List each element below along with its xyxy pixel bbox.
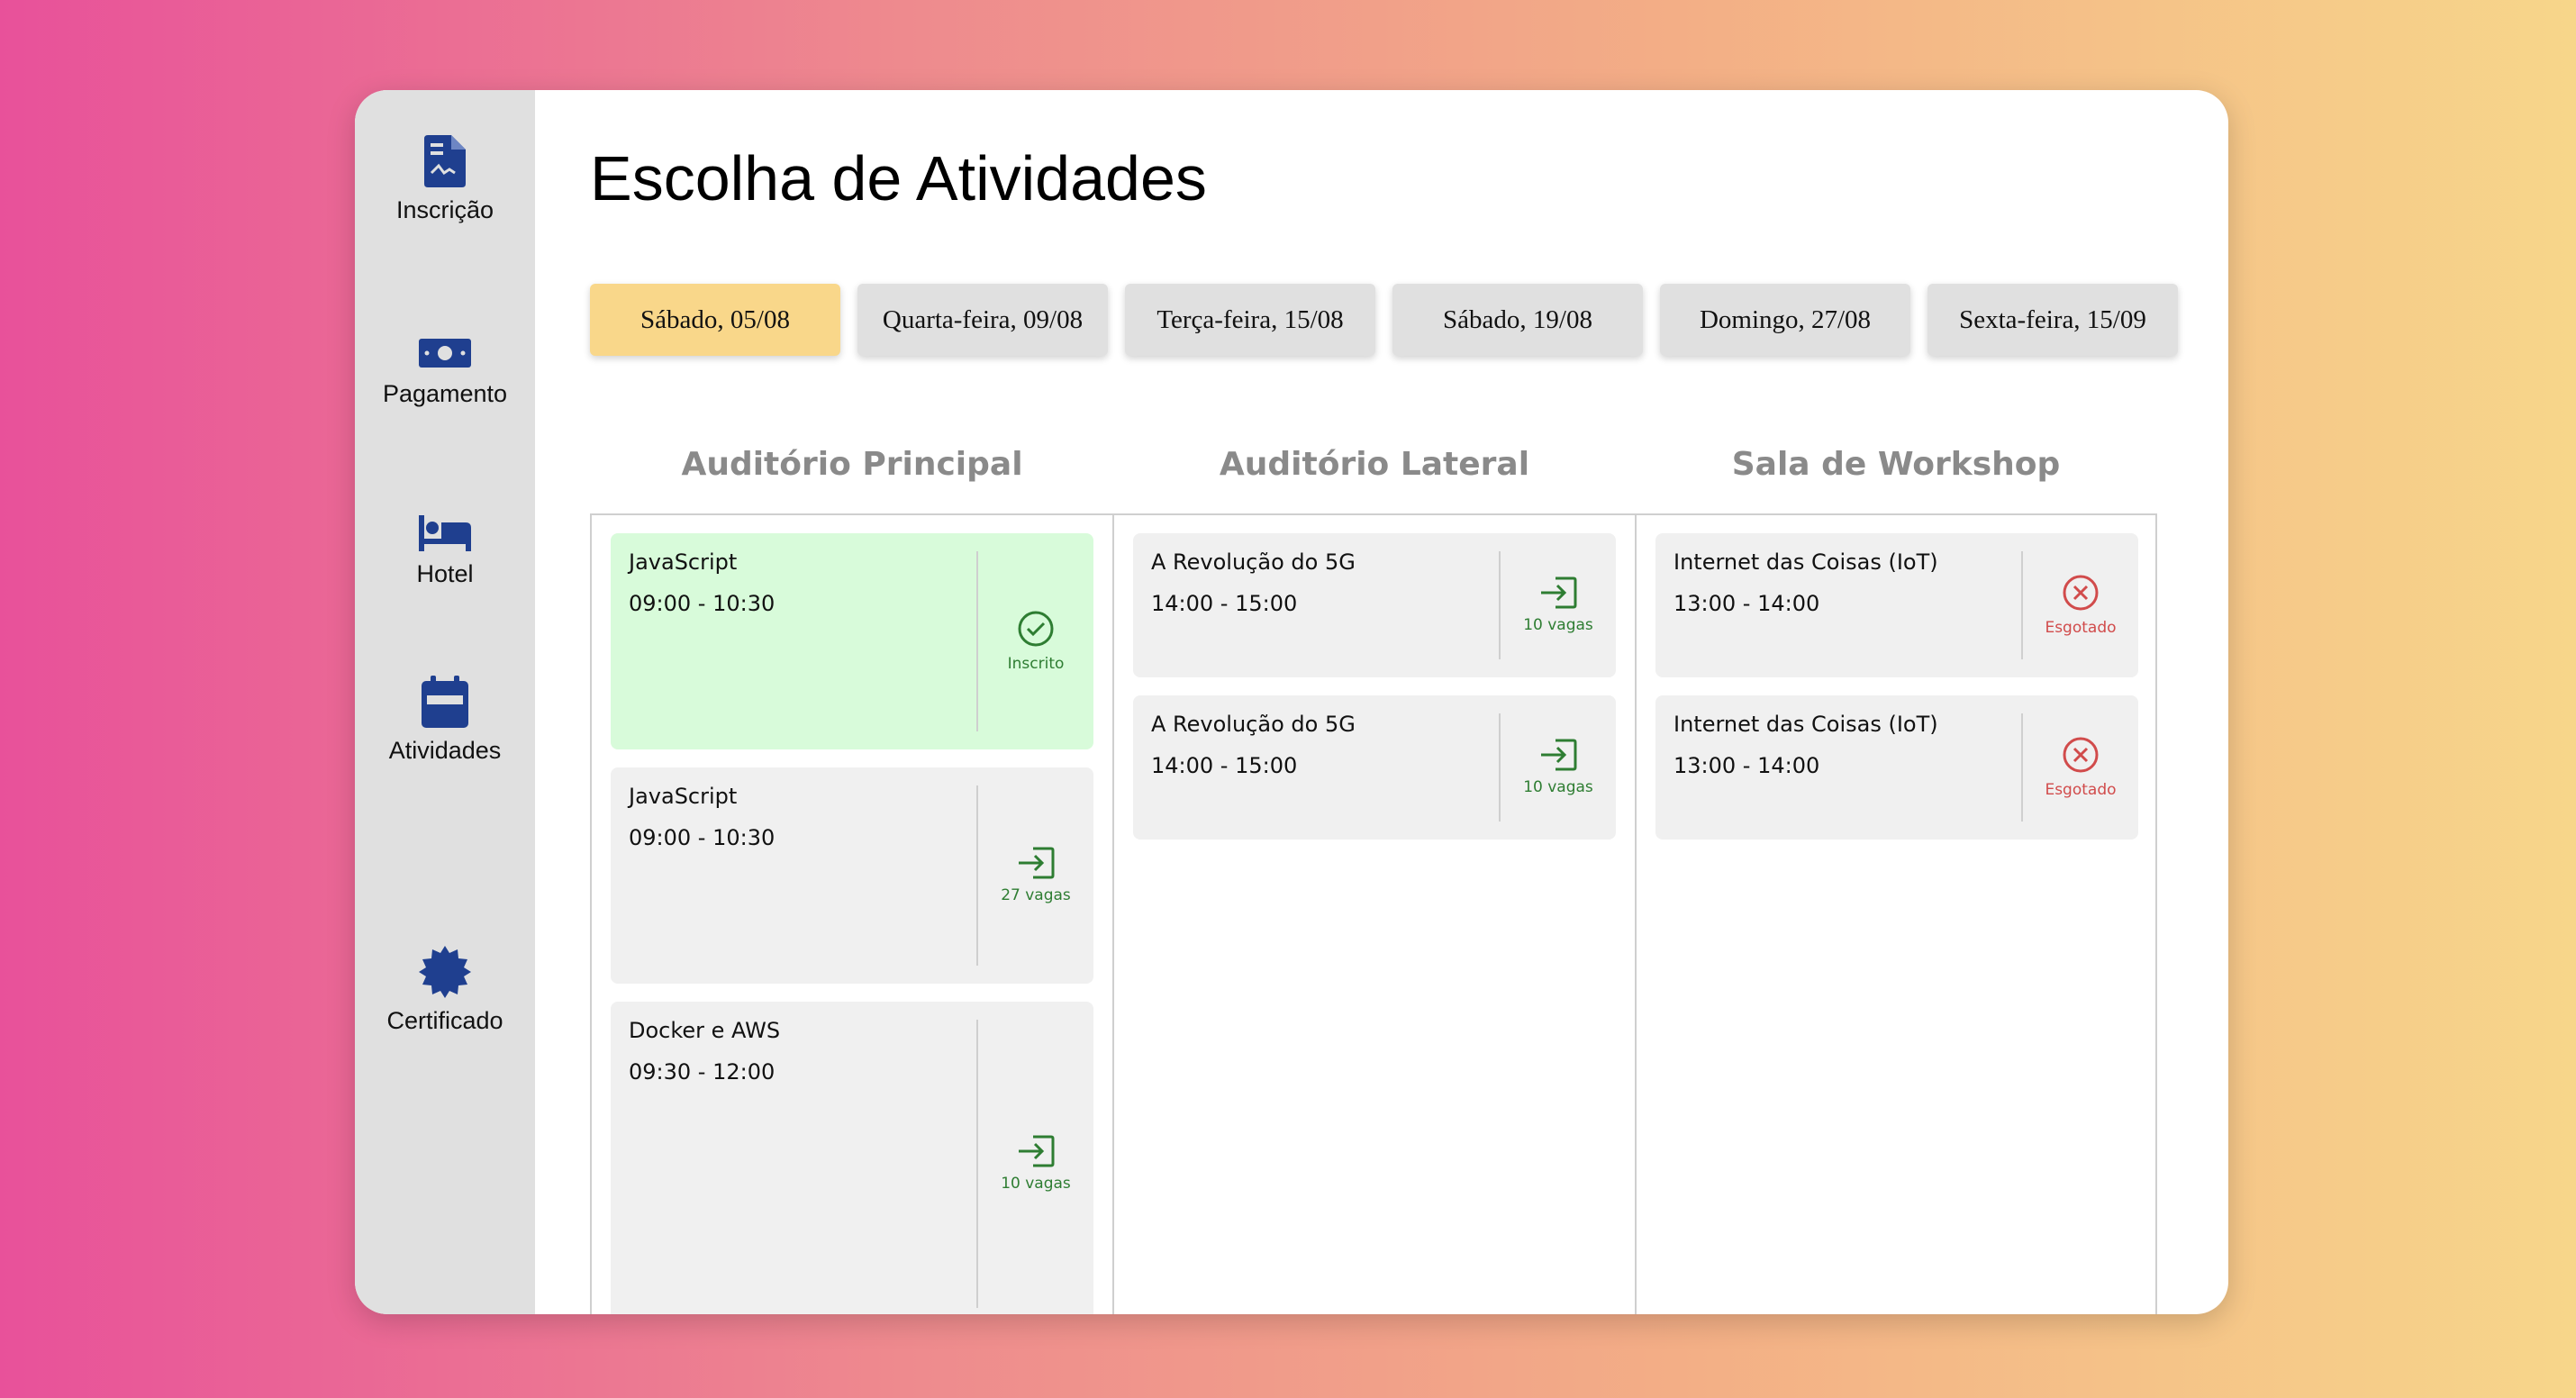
status-label: 27 vagas	[1001, 886, 1071, 904]
tab-day[interactable]: Sábado, 05/08	[590, 284, 840, 356]
sidebar-item-certificado[interactable]: Certificado	[355, 946, 535, 1035]
activity-card: Internet das Coisas (IoT) 13:00 - 14:00 …	[1655, 695, 2138, 840]
activity-card: JavaScript 09:00 - 10:30 27 vagas	[611, 767, 1093, 984]
x-circle-icon	[2063, 575, 2099, 611]
tab-day[interactable]: Sexta-feira, 15/09	[1927, 284, 2178, 356]
tab-day[interactable]: Sábado, 19/08	[1392, 284, 1643, 356]
room-column: Auditório Principal JavaScript 09:00 - 1…	[590, 446, 1112, 1314]
soldout-status: Esgotado	[2023, 533, 2138, 677]
enter-icon	[1541, 739, 1577, 771]
room-title: Auditório Lateral	[1219, 446, 1530, 483]
sidebar-item-label: Certificado	[386, 1007, 503, 1034]
enter-icon	[1541, 576, 1577, 609]
enroll-button[interactable]: 10 vagas	[978, 1002, 1093, 1314]
room-title: Sala de Workshop	[1731, 446, 2061, 483]
activity-card: Docker e AWS 09:30 - 12:00 10 vagas	[611, 1002, 1093, 1314]
status-label: Inscrito	[1007, 655, 1065, 673]
page-title: Escolha de Atividades	[590, 143, 1207, 213]
enroll-button[interactable]: 10 vagas	[1501, 695, 1616, 840]
status-label: 10 vagas	[1523, 616, 1593, 634]
money-icon	[419, 339, 471, 368]
room-column: Sala de Workshop Internet das Coisas (Io…	[1635, 446, 2157, 1314]
sidebar-item-label: Hotel	[416, 560, 474, 587]
app-window: Inscrição Pagamento Hotel Atividades Cer…	[355, 90, 2228, 1314]
enter-icon	[1019, 847, 1055, 879]
sidebar-item-label: Pagamento	[382, 380, 508, 407]
status-label: 10 vagas	[1001, 1175, 1071, 1193]
sidebar-item-inscricao[interactable]: Inscrição	[355, 135, 535, 224]
sidebar-item-label: Inscrição	[395, 196, 494, 223]
calendar-icon	[422, 676, 468, 728]
sidebar-item-pagamento[interactable]: Pagamento	[355, 322, 535, 408]
check-circle-icon	[1018, 611, 1054, 647]
activity-card: A Revolução do 5G 14:00 - 15:00 10 vagas	[1133, 533, 1616, 677]
sidebar-item-atividades[interactable]: Atividades	[355, 676, 535, 765]
day-tabs: Sábado, 05/08 Quarta-feira, 09/08 Terça-…	[590, 284, 2178, 356]
status-label: Esgotado	[2045, 619, 2117, 637]
enroll-button[interactable]: 10 vagas	[1501, 533, 1616, 677]
document-icon	[424, 135, 466, 187]
tab-day[interactable]: Domingo, 27/08	[1660, 284, 1910, 356]
bed-icon	[419, 515, 471, 551]
rooms-grid: Auditório Principal JavaScript 09:00 - 1…	[590, 446, 2157, 1314]
sidebar: Inscrição Pagamento Hotel Atividades Cer…	[355, 90, 535, 1314]
soldout-status: Esgotado	[2023, 695, 2138, 840]
badge-icon	[419, 946, 471, 998]
enroll-button[interactable]: 27 vagas	[978, 767, 1093, 984]
activity-card: A Revolução do 5G 14:00 - 15:00 10 vagas	[1133, 695, 1616, 840]
enrolled-status[interactable]: Inscrito	[978, 533, 1093, 749]
room-title: Auditório Principal	[681, 446, 1023, 483]
main-content: Escolha de Atividades Sábado, 05/08 Quar…	[535, 90, 2228, 1314]
x-circle-icon	[2063, 737, 2099, 773]
status-label: Esgotado	[2045, 781, 2117, 799]
activity-card: JavaScript 09:00 - 10:30 Inscrito	[611, 533, 1093, 749]
status-label: 10 vagas	[1523, 778, 1593, 796]
tab-day[interactable]: Terça-feira, 15/08	[1125, 284, 1375, 356]
tab-day[interactable]: Quarta-feira, 09/08	[857, 284, 1108, 356]
room-column: Auditório Lateral A Revolução do 5G 14:0…	[1112, 446, 1635, 1314]
activity-card: Internet das Coisas (IoT) 13:00 - 14:00 …	[1655, 533, 2138, 677]
sidebar-item-hotel[interactable]: Hotel	[355, 503, 535, 588]
sidebar-item-label: Atividades	[388, 737, 502, 764]
enter-icon	[1019, 1135, 1055, 1167]
